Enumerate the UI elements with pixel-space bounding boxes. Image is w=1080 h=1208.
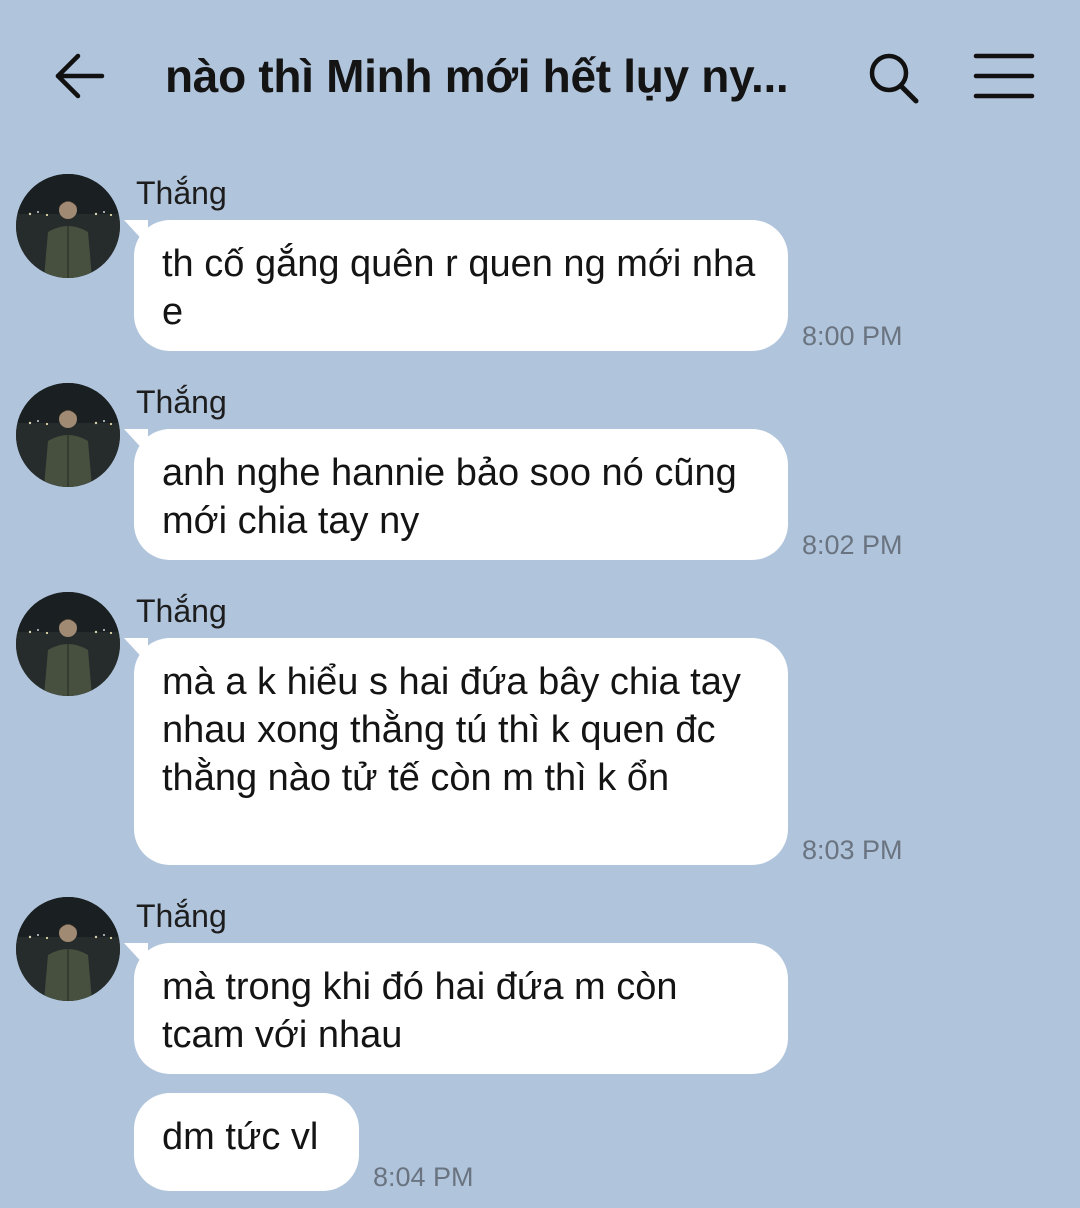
- hamburger-menu-icon: [973, 53, 1035, 99]
- message-timestamp: 8:02 PM: [802, 530, 903, 560]
- message-timestamp: 8:00 PM: [802, 321, 903, 351]
- search-icon: [869, 53, 919, 104]
- avatar[interactable]: [16, 174, 120, 278]
- message-text: mà trong khi đó hai đứa m còn tcam với n…: [162, 966, 678, 1056]
- avatar[interactable]: [16, 383, 120, 487]
- message-text: th cố gắng quên r quen ng mới nha e: [162, 243, 756, 333]
- message-text: mà a k hiểu s hai đứa bây chia tay nhau …: [162, 661, 741, 799]
- message-bubble[interactable]: th cố gắng quên r quen ng mới nha e: [124, 220, 788, 351]
- message-bubble[interactable]: mà a k hiểu s hai đứa bây chia tay nhau …: [124, 638, 788, 865]
- message-text: dm tức vl: [162, 1116, 319, 1158]
- message-bubble[interactable]: anh nghe hannie bảo soo nó cũng mới chia…: [124, 429, 788, 560]
- back-button[interactable]: [50, 46, 110, 106]
- message-timestamp: 8:03 PM: [802, 835, 903, 865]
- profile-photo-icon: [16, 383, 120, 487]
- sender-name: Thắng: [136, 384, 227, 420]
- sender-name: Thắng: [136, 898, 227, 934]
- message-text: anh nghe hannie bảo soo nó cũng mới chia…: [162, 452, 737, 542]
- avatar[interactable]: [16, 897, 120, 1001]
- chat-header: nào thì Minh mới hết lụy ny...: [0, 0, 1080, 150]
- message-bubble[interactable]: mà trong khi đó hai đứa m còn tcam với n…: [124, 943, 788, 1074]
- back-arrow-icon: [55, 53, 105, 99]
- profile-photo-icon: [16, 897, 120, 1001]
- chat-title: nào thì Minh mới hết lụy ny...: [165, 50, 789, 102]
- search-button[interactable]: [862, 46, 926, 110]
- profile-photo-icon: [16, 174, 120, 278]
- sender-name: Thắng: [136, 175, 227, 211]
- sender-name: Thắng: [136, 593, 227, 629]
- profile-photo-icon: [16, 592, 120, 696]
- avatar[interactable]: [16, 592, 120, 696]
- menu-button[interactable]: [972, 50, 1036, 106]
- message-bubble[interactable]: dm tức vl: [134, 1093, 359, 1191]
- message-timestamp: 8:04 PM: [373, 1162, 474, 1192]
